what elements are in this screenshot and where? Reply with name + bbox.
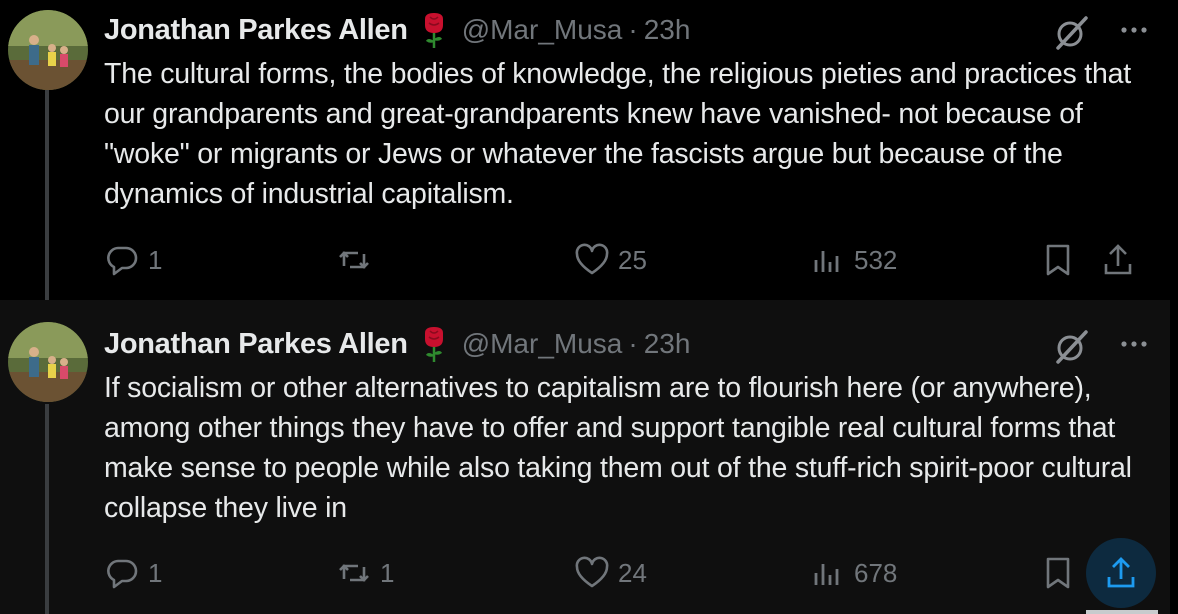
reply-button[interactable]: 1 [104, 238, 162, 282]
author-handle[interactable]: @Mar_Musa [462, 14, 623, 46]
grok-icon[interactable] [1052, 12, 1092, 52]
author-handle[interactable]: @Mar_Musa [462, 328, 623, 360]
tweet[interactable]: Jonathan Parkes Allen @Mar_Musa · 23h [0, 300, 1170, 614]
author-name[interactable]: Jonathan Parkes Allen [104, 328, 408, 361]
tweet[interactable]: Jonathan Parkes Allen @Mar_Musa · 23h [0, 0, 1170, 314]
tweet-text: The cultural forms, the bodies of knowle… [104, 58, 1131, 210]
bookmark-button[interactable] [1040, 238, 1076, 282]
tweet-text: If socialism or other alternatives to ca… [104, 372, 1132, 524]
author-name[interactable]: Jonathan Parkes Allen [104, 14, 408, 47]
rose-icon [420, 325, 448, 363]
reply-count: 1 [148, 557, 163, 588]
reply-count: 1 [148, 244, 163, 275]
tweet-header: Jonathan Parkes Allen @Mar_Musa · 23h [104, 10, 1110, 50]
like-button[interactable]: 24 [574, 551, 647, 595]
like-icon [575, 243, 609, 275]
timestamp[interactable]: 23h [644, 328, 691, 360]
rose-icon [420, 11, 448, 49]
share-icon [1104, 244, 1132, 275]
retweet-count: 1 [380, 557, 395, 588]
separator: · [628, 14, 638, 45]
more-icon[interactable] [1114, 10, 1154, 50]
bookmark-button[interactable] [1040, 551, 1076, 595]
retweet-icon [339, 251, 369, 269]
like-count: 24 [618, 557, 647, 588]
share-button[interactable] [1100, 238, 1136, 282]
separator: · [628, 328, 638, 359]
reply-icon [107, 559, 138, 589]
avatar[interactable] [8, 10, 88, 90]
grok-icon[interactable] [1052, 326, 1092, 366]
tooltip-edge [1086, 610, 1158, 614]
views-button[interactable]: 532 [810, 238, 897, 282]
share-button[interactable] [1103, 551, 1139, 595]
retweet-button[interactable] [336, 238, 380, 282]
timestamp[interactable]: 23h [644, 14, 691, 46]
thread-line [45, 404, 49, 614]
bookmark-icon [1046, 557, 1070, 589]
views-button[interactable]: 678 [810, 551, 897, 595]
views-icon [814, 564, 839, 585]
view-count: 678 [854, 557, 898, 588]
view-count: 532 [854, 244, 898, 275]
views-icon [814, 251, 839, 272]
bookmark-icon [1046, 244, 1070, 276]
reply-button[interactable]: 1 [104, 551, 162, 595]
share-icon [1107, 557, 1135, 588]
thread-line [45, 90, 49, 314]
like-button[interactable]: 25 [574, 238, 647, 282]
tweet-header: Jonathan Parkes Allen @Mar_Musa · 23h [104, 324, 1110, 364]
like-icon [575, 556, 609, 588]
more-icon[interactable] [1114, 324, 1154, 364]
retweet-icon [339, 564, 369, 582]
reply-icon [107, 246, 138, 276]
retweet-button[interactable]: 1 [336, 551, 394, 595]
like-count: 25 [618, 244, 647, 275]
avatar[interactable] [8, 322, 88, 402]
